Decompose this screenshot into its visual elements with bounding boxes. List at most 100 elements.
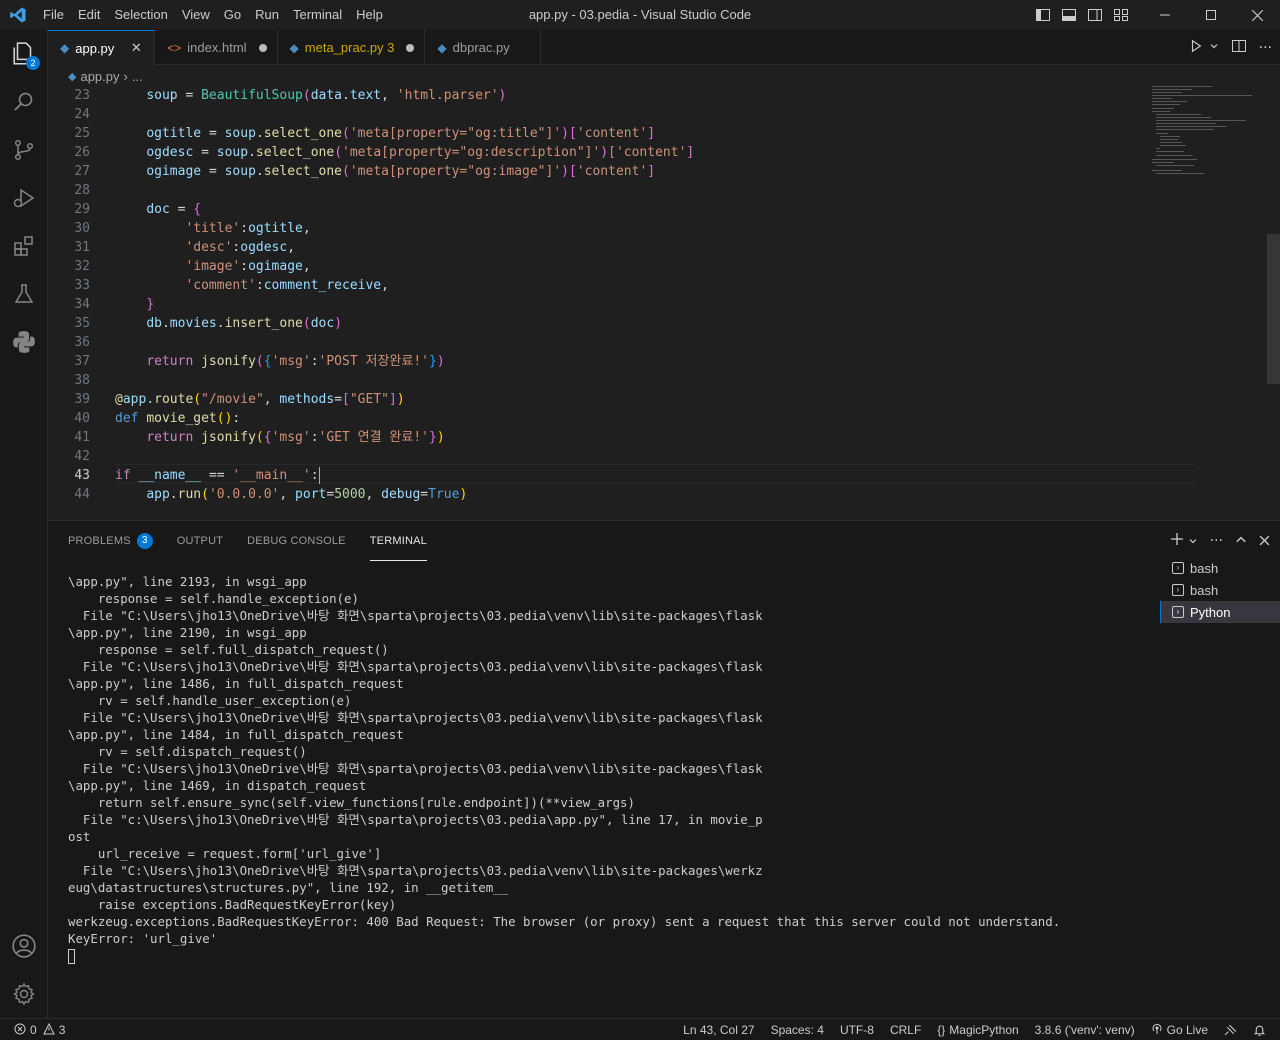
- chevron-down-icon[interactable]: [1188, 532, 1198, 550]
- source-control-icon[interactable]: [0, 126, 48, 174]
- explorer-icon[interactable]: 2: [0, 30, 48, 78]
- code-line: doc = {: [146, 202, 202, 217]
- extensions-icon[interactable]: [0, 222, 48, 270]
- code-line: 'title':ogtitle,: [185, 221, 311, 236]
- terminal-line: eug\datastructures\structures.py", line …: [68, 880, 509, 895]
- python-interpreter[interactable]: 3.8.6 ('venv': venv): [1035, 1023, 1135, 1037]
- tab-index-html[interactable]: <> index.html: [155, 30, 278, 65]
- python-file-icon: ◆: [437, 40, 447, 55]
- code-lines: soup = BeautifulSoup(data.text, 'html.pa…: [115, 86, 1195, 504]
- problems-status[interactable]: 0 3: [14, 1019, 65, 1040]
- tab-output[interactable]: OUTPUT: [177, 521, 223, 561]
- go-live-button[interactable]: Go Live: [1151, 1023, 1208, 1038]
- more-actions-icon[interactable]: ···: [1210, 533, 1223, 549]
- testing-flask-icon[interactable]: [0, 270, 48, 318]
- notifications-bell-icon[interactable]: [1253, 1024, 1266, 1037]
- terminal-item-bash[interactable]: › bash: [1160, 579, 1280, 601]
- tab-app-py[interactable]: ◆ app.py ✕: [48, 30, 156, 65]
- split-editor-icon[interactable]: [1231, 38, 1247, 58]
- toggle-secondary-sidebar-icon[interactable]: [1082, 0, 1108, 30]
- toggle-panel-icon[interactable]: [1056, 0, 1082, 30]
- python-file-icon: ◆: [68, 70, 77, 83]
- line-number: 25: [74, 126, 90, 141]
- more-actions-icon[interactable]: ···: [1259, 40, 1272, 56]
- menu-view[interactable]: View: [175, 0, 217, 30]
- terminal-line: \app.py", line 1486, in full_dispatch_re…: [68, 676, 404, 691]
- account-icon[interactable]: [0, 922, 48, 970]
- terminal-line: File "c:\Users\jho13\OneDrive\바탕 화면\spar…: [68, 812, 763, 827]
- problems-count-badge: 3: [136, 533, 153, 549]
- terminal-line: File "C:\Users\jho13\OneDrive\바탕 화면\spar…: [68, 659, 763, 674]
- line-number: 33: [74, 278, 90, 293]
- tab-debug-console[interactable]: DEBUG CONSOLE: [247, 521, 346, 561]
- menu-run[interactable]: Run: [248, 0, 286, 30]
- line-number: 26: [74, 145, 90, 160]
- tab-problems[interactable]: PROBLEMS 3: [68, 521, 153, 561]
- search-icon[interactable]: [0, 78, 48, 126]
- line-number: 35: [74, 316, 90, 331]
- close-window-icon[interactable]: [1234, 0, 1280, 30]
- terminal-line: werkzeug.exceptions.BadRequestKeyError: …: [68, 914, 1061, 929]
- terminal-item-bash[interactable]: › bash: [1160, 557, 1280, 579]
- editor-scrollbar-thumb[interactable]: [1267, 234, 1280, 384]
- terminal-item-python[interactable]: › Python: [1160, 601, 1280, 623]
- menu-edit[interactable]: Edit: [71, 0, 107, 30]
- close-tab-icon[interactable]: ✕: [128, 40, 144, 56]
- terminal-item-label: Python: [1190, 604, 1231, 620]
- run-file-icon[interactable]: [1189, 39, 1203, 57]
- terminal-output[interactable]: \app.py", line 2193, in wsgi_app respons…: [68, 573, 1148, 964]
- maximize-panel-icon[interactable]: [1235, 532, 1247, 550]
- modified-dot-icon[interactable]: [406, 43, 415, 52]
- customize-layout-icon[interactable]: [1108, 0, 1134, 30]
- code-line: return jsonify({'msg':'GET 연결 완료!'}): [146, 430, 445, 445]
- toggle-primary-sidebar-icon[interactable]: [1030, 0, 1056, 30]
- file-encoding[interactable]: UTF-8: [840, 1023, 874, 1037]
- line-ending[interactable]: CRLF: [890, 1023, 921, 1037]
- cursor-position[interactable]: Ln 43, Col 27: [683, 1023, 754, 1037]
- menu-go[interactable]: Go: [217, 0, 248, 30]
- terminal-list: › bash › bash › Python: [1160, 557, 1280, 623]
- breadcrumb: ◆ app.py › ...: [48, 66, 1280, 86]
- terminal-line: return self.ensure_sync(self.view_functi…: [68, 795, 635, 810]
- menu-selection[interactable]: Selection: [107, 0, 174, 30]
- new-terminal-icon[interactable]: [1170, 532, 1184, 550]
- terminal-line: rv = self.dispatch_request(): [68, 744, 307, 759]
- tab-dbprac-py[interactable]: ◆ dbprac.py: [425, 30, 541, 65]
- gear-icon[interactable]: [0, 970, 48, 1018]
- breadcrumb-file[interactable]: app.py: [80, 69, 119, 84]
- tab-label: index.html: [187, 40, 247, 55]
- braces-icon: {}: [937, 1023, 946, 1037]
- terminal-line: KeyError: 'url_give': [68, 931, 218, 946]
- run-debug-icon[interactable]: [0, 174, 48, 222]
- tab-terminal[interactable]: TERMINAL: [369, 521, 427, 561]
- terminal-line: File "C:\Users\jho13\OneDrive\바탕 화면\spar…: [68, 710, 763, 725]
- tab-meta-prac-py[interactable]: ◆ meta_prac.py 3: [278, 30, 426, 65]
- menu-help[interactable]: Help: [349, 0, 390, 30]
- chevron-down-icon[interactable]: [1209, 40, 1219, 55]
- indentation[interactable]: Spaces: 4: [771, 1023, 824, 1037]
- warning-icon: [42, 1022, 55, 1038]
- code-editor[interactable]: 23 24 25 26 27 28 29 30 31 32 33 34 35 3…: [48, 86, 1280, 518]
- code-line: 'desc':ogdesc,: [185, 240, 296, 255]
- modified-dot-icon[interactable]: [258, 43, 267, 52]
- feedback-icon[interactable]: [1224, 1024, 1237, 1037]
- python-file-icon: ◆: [60, 41, 70, 55]
- maximize-icon[interactable]: [1188, 0, 1234, 30]
- terminal-line: \app.py", line 1469, in dispatch_request: [68, 778, 367, 793]
- terminal-line: File "C:\Users\jho13\OneDrive\바탕 화면\spar…: [68, 761, 763, 776]
- tab-label: app.py: [75, 40, 115, 56]
- go-live-label: Go Live: [1166, 1023, 1208, 1037]
- minimize-icon[interactable]: [1142, 0, 1188, 30]
- line-number: 24: [74, 107, 90, 122]
- menu-bar: File Edit Selection View Go Run Terminal…: [36, 0, 390, 30]
- chevron-right-icon: ›: [123, 68, 128, 84]
- close-panel-icon[interactable]: [1259, 532, 1270, 550]
- python-icon[interactable]: [0, 318, 48, 366]
- language-mode[interactable]: {} MagicPython: [937, 1023, 1018, 1037]
- menu-terminal[interactable]: Terminal: [286, 0, 349, 30]
- menu-file[interactable]: File: [36, 0, 71, 30]
- minimap[interactable]: [1148, 86, 1268, 518]
- breadcrumb-symbol[interactable]: ...: [132, 69, 143, 84]
